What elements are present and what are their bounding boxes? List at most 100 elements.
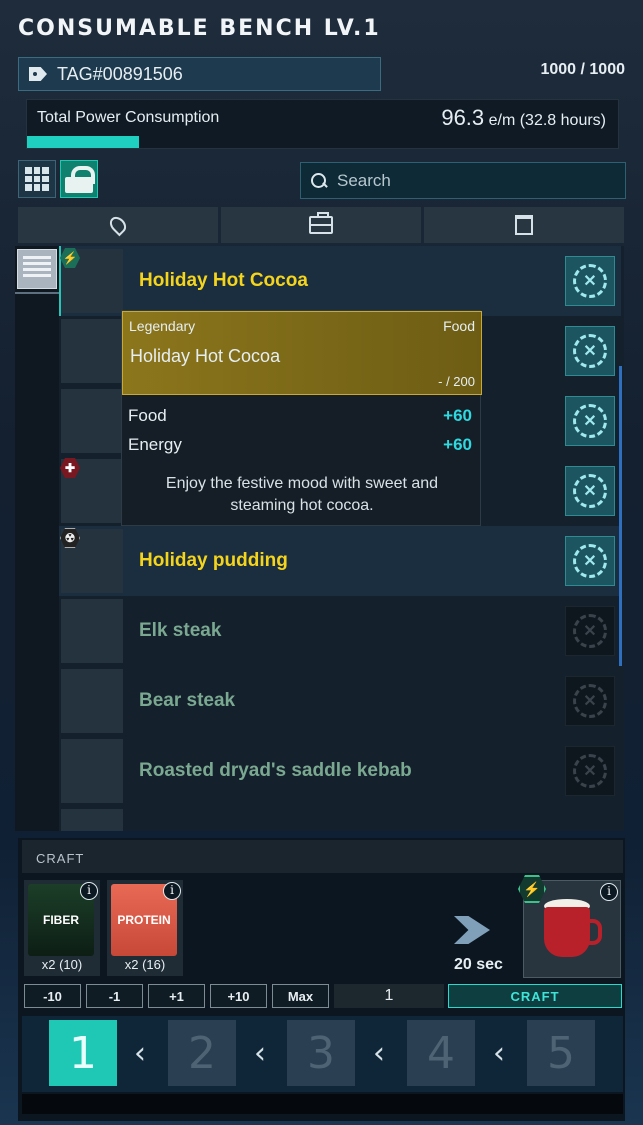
qty-max-button[interactable]: Max [272, 984, 329, 1008]
hazard-badge-icon: ☢ [60, 528, 80, 548]
power-badge-icon: ⚡ [60, 248, 80, 268]
stat-value: +60 [443, 406, 472, 425]
filter-storage[interactable] [424, 207, 624, 243]
qty-plus-1-button[interactable]: +1 [148, 984, 205, 1008]
result-slot[interactable]: ⚡ i [518, 875, 621, 978]
stat-value: +60 [443, 435, 472, 454]
info-icon[interactable]: i [600, 883, 618, 901]
item-name: Holiday Hot Cocoa [139, 270, 308, 291]
craft-tools-icon: ✕ [573, 474, 607, 508]
grid-view-button[interactable] [18, 160, 56, 198]
search-icon [311, 172, 327, 189]
item-thumbnail: ⚡ [60, 248, 123, 313]
storage-bin-icon [515, 215, 533, 235]
tier-selector: 1 ‹ 2 ‹ 3 ‹ 4 ‹ 5 [22, 1016, 623, 1092]
craft-action-button[interactable]: ✕ [565, 396, 615, 446]
stat-label: Energy [128, 435, 182, 454]
tooltip-description: Enjoy the festive mood with sweet and st… [165, 475, 439, 514]
filter-location[interactable] [18, 207, 218, 243]
tier-4-button[interactable]: 4 [407, 1020, 475, 1086]
craft-action-button[interactable]: ✕ [565, 746, 615, 796]
item-thumbnail [61, 389, 123, 453]
sidebar-divider [15, 292, 59, 294]
filter-bar [18, 207, 624, 243]
item-thumbnail: ✚ [60, 458, 123, 523]
craft-button[interactable]: CRAFT [448, 984, 622, 1008]
lock-button[interactable] [60, 160, 98, 198]
list-item[interactable]: Bear steak ✕ [59, 666, 621, 736]
item-name: Bear steak [139, 690, 236, 711]
tier-5-button[interactable]: 5 [527, 1020, 595, 1086]
craft-header: CRAFT [22, 840, 623, 873]
ingredient-qty: x2 (10) [41, 957, 83, 972]
chevron-left-icon: ‹ [134, 1036, 146, 1071]
craft-time: 20 sec [454, 956, 503, 973]
craft-tools-icon: ✕ [573, 684, 607, 718]
power-bar-fill [27, 136, 140, 148]
lock-icon [64, 166, 95, 193]
ingredient-slot[interactable]: PROTEIN i x2 (16) [107, 880, 183, 976]
info-icon[interactable]: i [80, 882, 98, 900]
tooltip-rarity: Legendary [129, 318, 196, 334]
ingredient-qty: x2 (16) [124, 957, 166, 972]
chevron-left-icon: ‹ [254, 1036, 266, 1071]
qty-minus-1-button[interactable]: -1 [86, 984, 143, 1008]
tag-label: TAG#00891506 [57, 63, 183, 84]
item-thumbnail [61, 669, 123, 733]
craft-tools-icon: ✕ [573, 544, 607, 578]
window-title: CONSUMABLE BENCH LV.1 [18, 16, 381, 41]
item-name: Holiday pudding [139, 550, 288, 571]
cocoa-mug-icon [544, 907, 602, 957]
search-placeholder: Search [337, 170, 391, 190]
ingredient-slot[interactable]: FIBER i x2 (10) [24, 880, 100, 976]
craft-action-button[interactable]: ✕ [565, 536, 615, 586]
arrow-right-icon [454, 916, 490, 944]
list-item[interactable] [59, 806, 621, 831]
health-badge-icon: ✚ [60, 458, 80, 478]
power-label: Total Power Consumption [37, 109, 220, 126]
tier-2-button[interactable]: 2 [168, 1020, 236, 1086]
craft-tools-icon: ✕ [573, 334, 607, 368]
tooltip-header: Legendary Food Holiday Hot Cocoa - / 200 [122, 311, 482, 395]
item-thumbnail [61, 739, 123, 803]
craft-action-button[interactable]: ✕ [565, 256, 615, 306]
tier-3-button[interactable]: 3 [287, 1020, 355, 1086]
list-view-button[interactable] [17, 249, 57, 289]
craft-panel: CRAFT FIBER i x2 (10) PROTEIN i x2 (16) … [18, 838, 625, 1121]
item-thumbnail [61, 809, 123, 831]
power-badge-icon: ⚡ [518, 875, 546, 903]
tooltip-durability: - / 200 [438, 374, 475, 389]
craft-action-button[interactable]: ✕ [565, 326, 615, 376]
tier-1-button[interactable]: 1 [49, 1020, 117, 1086]
storage-capacity: 1000 / 1000 [540, 61, 625, 78]
list-item[interactable]: ⚡ Holiday Hot Cocoa ✕ [59, 246, 621, 316]
item-tooltip: Legendary Food Holiday Hot Cocoa - / 200… [121, 310, 482, 526]
grid-icon [25, 167, 49, 191]
quantity-field[interactable]: 1 [334, 984, 444, 1008]
stat-label: Food [128, 406, 167, 425]
craft-title: CRAFT [36, 851, 85, 866]
search-input[interactable]: Search [300, 162, 626, 199]
craft-tools-icon: ✕ [573, 754, 607, 788]
list-item[interactable]: Elk steak ✕ [59, 596, 621, 666]
craft-action-button[interactable]: ✕ [565, 676, 615, 726]
craft-tools-icon: ✕ [573, 404, 607, 438]
list-item[interactable]: Roasted dryad's saddle kebab ✕ [59, 736, 621, 806]
filter-toolkit[interactable] [221, 207, 421, 243]
tag-bar[interactable]: TAG#00891506 [18, 57, 381, 91]
craft-action-button[interactable]: ✕ [565, 606, 615, 656]
qty-minus-10-button[interactable]: -10 [24, 984, 81, 1008]
toolkit-icon [309, 212, 333, 234]
power-value: 96.3 e/m (32.8 hours) [441, 105, 606, 130]
craft-tools-icon: ✕ [573, 614, 607, 648]
craft-action-button[interactable]: ✕ [565, 466, 615, 516]
item-name: Roasted dryad's saddle kebab [139, 760, 412, 781]
qty-plus-10-button[interactable]: +10 [210, 984, 267, 1008]
chevron-left-icon: ‹ [373, 1036, 385, 1071]
info-icon[interactable]: i [163, 882, 181, 900]
tooltip-category: Food [443, 318, 475, 334]
list-item[interactable]: ☢ Holiday pudding ✕ [59, 526, 621, 596]
item-thumbnail: ☢ [60, 528, 123, 593]
item-thumbnail [61, 319, 123, 383]
list-scrollbar[interactable] [619, 366, 622, 666]
